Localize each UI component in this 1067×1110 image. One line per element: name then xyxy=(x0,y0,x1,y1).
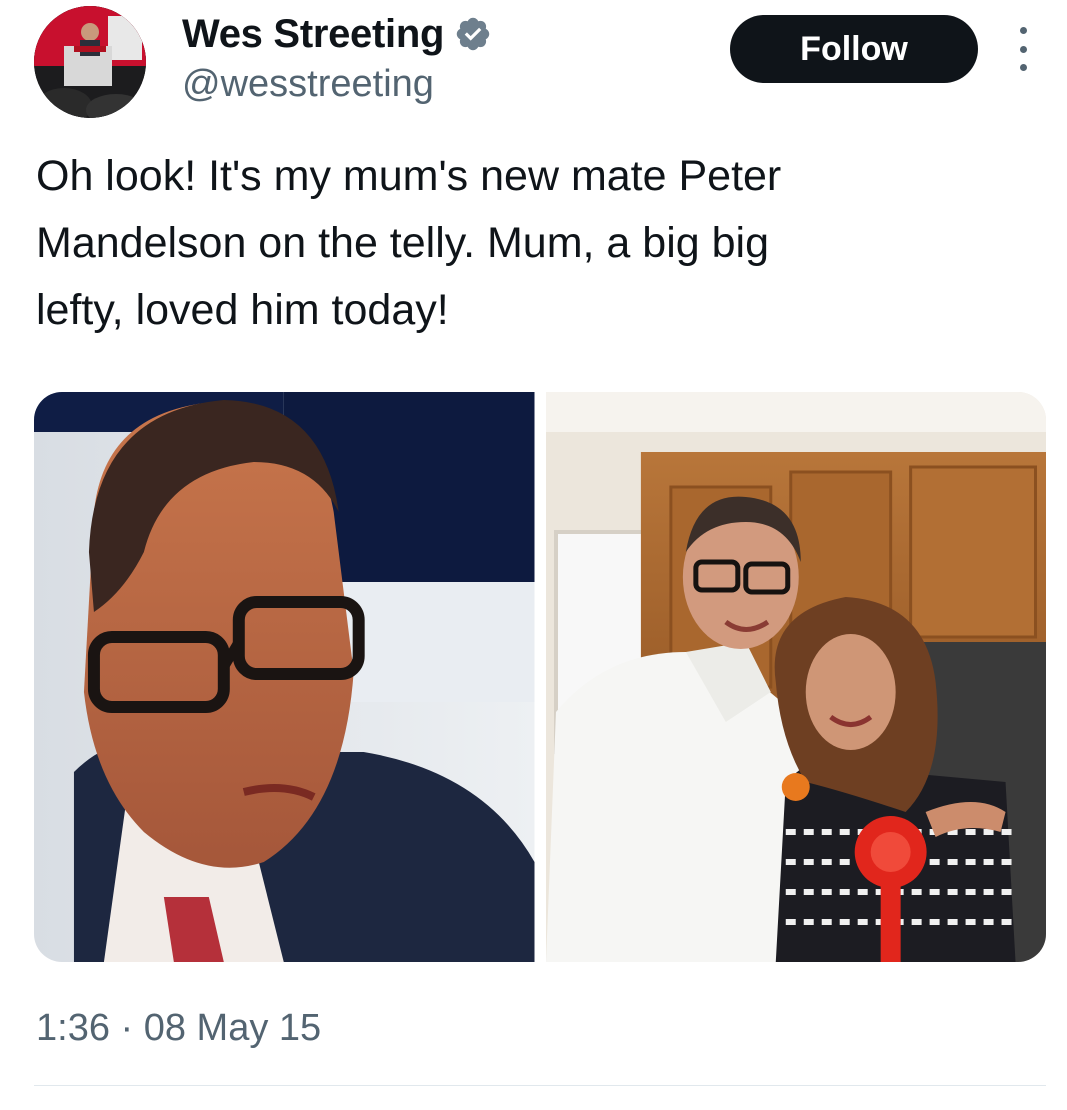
tv-screenshot-image xyxy=(34,392,535,962)
tweet-text: Oh look! It's my mum's new mate Peter Ma… xyxy=(36,152,782,334)
avatar-image xyxy=(34,6,146,118)
tweet-media xyxy=(34,392,1046,962)
tweet-photo-1[interactable] xyxy=(34,392,535,962)
tweet-photo-2[interactable] xyxy=(545,392,1046,962)
kitchen-photo-image xyxy=(545,392,1046,962)
more-options-icon[interactable] xyxy=(1010,27,1036,71)
display-name-row: Wes Streeting xyxy=(182,10,492,58)
verified-badge-icon[interactable] xyxy=(454,15,492,53)
more-dot xyxy=(1019,45,1027,53)
author-info: Wes Streeting @wesstreeting xyxy=(182,10,492,108)
author-display-name[interactable]: Wes Streeting xyxy=(182,10,444,58)
author-handle[interactable]: @wesstreeting xyxy=(182,60,492,108)
more-dot xyxy=(1019,27,1027,34)
tweet-timestamp[interactable]: 1:36 · 08 May 15 xyxy=(36,1003,321,1053)
tweet-card: Wes Streeting @wesstreeting Follow Oh lo… xyxy=(0,0,1067,1110)
author-avatar[interactable] xyxy=(34,6,146,118)
follow-button[interactable]: Follow xyxy=(730,15,978,83)
divider xyxy=(34,1085,1046,1086)
more-dot xyxy=(1019,64,1027,71)
